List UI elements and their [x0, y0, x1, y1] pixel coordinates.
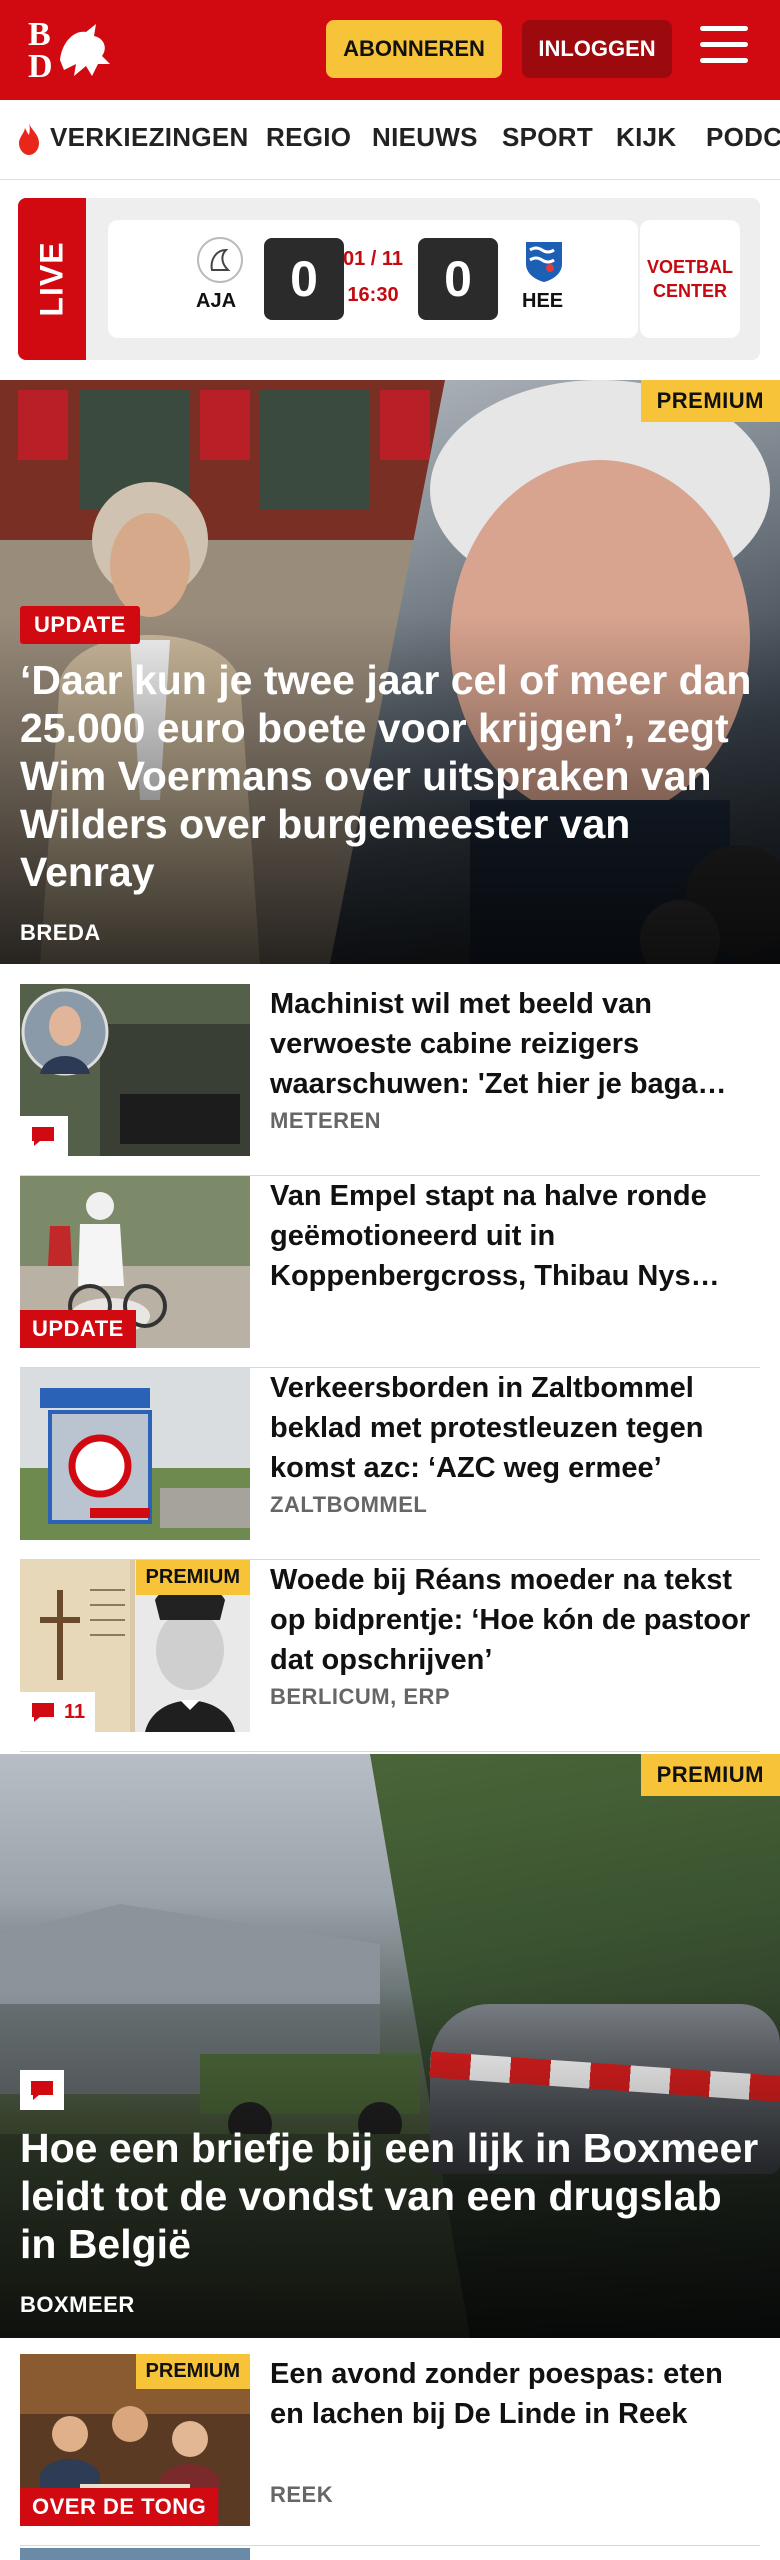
article-location: BERLICUM, ERP: [270, 1684, 451, 1709]
top-header: B D ABONNEREN INLOGGEN: [0, 0, 780, 100]
dragon-icon: [60, 24, 110, 76]
match-date: 01 / 11: [342, 248, 404, 270]
article-thumbnail: UPDATE: [20, 1176, 250, 1348]
next-article-peek: [0, 2548, 780, 2560]
list-item[interactable]: PREMIUM 11 Woede bij Réans moeder na tek…: [20, 1560, 760, 1752]
update-tag: UPDATE: [20, 1310, 136, 1348]
article-thumbnail: PREMIUM 11: [20, 1560, 250, 1732]
list-item[interactable]: Machinist wil met beeld van verwoeste ca…: [20, 984, 760, 1176]
comment-icon: [32, 1703, 54, 1722]
login-button[interactable]: INLOGGEN: [522, 20, 672, 78]
hero-location: BREDA: [20, 920, 101, 945]
premium-badge: PREMIUM: [135, 2354, 250, 2389]
logo-letter-d: D: [28, 48, 53, 85]
article-title[interactable]: Verkeersborden in Zaltbommel beklad met …: [270, 1368, 760, 1488]
nav-item-kijk[interactable]: KIJK: [616, 122, 676, 153]
hero2-location: BOXMEER: [20, 2292, 135, 2317]
list-item[interactable]: UPDATE Van Empel stapt na halve ronde ge…: [20, 1176, 760, 1368]
nav-item-podcast[interactable]: PODC: [706, 122, 780, 153]
list-item[interactable]: Verkeersborden in Zaltbommel beklad met …: [20, 1368, 760, 1560]
comment-badge: [20, 1116, 68, 1156]
article-location: REEK: [270, 2482, 334, 2507]
article-thumbnail: PREMIUM OVER DE TONG: [20, 2354, 250, 2526]
update-tag: UPDATE: [20, 606, 140, 644]
premium-badge: PREMIUM: [640, 1754, 780, 1796]
comment-icon: [31, 2081, 53, 2100]
voetbal-center-link[interactable]: VOETBAL CENTER: [640, 220, 740, 338]
match-time: 16:30: [347, 284, 399, 306]
comment-count: 11: [64, 1700, 86, 1723]
premium-badge: PREMIUM: [135, 1560, 250, 1595]
article-title[interactable]: Machinist wil met beeld van verwoeste ca…: [270, 984, 760, 1104]
hamburger-icon[interactable]: [700, 26, 752, 72]
away-team: HEE: [522, 290, 564, 312]
home-team: AJA: [196, 290, 237, 312]
article-location: ZALTBOMMEL: [270, 1492, 428, 1517]
nav-item-sport[interactable]: SPORT: [502, 122, 593, 153]
hero-title[interactable]: ‘Daar kun je twee jaar cel of meer dan 2…: [20, 656, 760, 896]
subscribe-button[interactable]: ABONNEREN: [326, 20, 502, 78]
article-title[interactable]: Van Empel stapt na halve ronde geëmotion…: [270, 1176, 760, 1296]
comment-badge: 11: [20, 1692, 96, 1732]
nav-item-nieuws[interactable]: NIEUWS: [372, 122, 478, 153]
category-tag: OVER DE TONG: [20, 2488, 219, 2526]
hero-article[interactable]: PREMIUM UPDATE ‘Daar kun je twee jaar ce…: [0, 380, 780, 964]
hero2-title[interactable]: Hoe een briefje bij een lijk in Boxmeer …: [20, 2124, 760, 2268]
article-thumbnail: [20, 1368, 250, 1540]
bd-logo[interactable]: B D: [26, 16, 116, 85]
flame-icon: [19, 123, 39, 155]
heerenveen-crest-icon: [526, 242, 562, 282]
live-label: LIVE: [18, 198, 86, 360]
nav-item-verkiezingen[interactable]: VERKIEZINGEN: [50, 122, 249, 153]
comment-badge: [20, 2070, 64, 2110]
article-location: METEREN: [270, 1108, 382, 1133]
category-nav: VERKIEZINGEN REGIO NIEUWS SPORT KIJK POD…: [0, 100, 780, 180]
article-thumbnail: [20, 984, 250, 1156]
list-item[interactable]: PREMIUM OVER DE TONG Een avond zonder po…: [20, 2354, 760, 2546]
premium-badge: PREMIUM: [640, 380, 780, 422]
match-card[interactable]: AJA 0 01 / 11 16:30 0 HEE: [108, 220, 638, 338]
article-title[interactable]: Een avond zonder poespas: eten en lachen…: [270, 2354, 760, 2434]
comment-icon: [32, 1127, 54, 1146]
ajax-crest-icon: [197, 237, 243, 283]
nav-item-regio[interactable]: REGIO: [266, 122, 351, 153]
home-score: 0: [264, 238, 344, 320]
live-widget: LIVE AJA 0 01 / 11 16:30 0 HEE VOETBAL C…: [18, 198, 760, 360]
away-score: 0: [418, 238, 498, 320]
article-title[interactable]: Woede bij Réans moeder na tekst op bidpr…: [270, 1560, 760, 1680]
hero-article-2[interactable]: PREMIUM Hoe een briefje bij een lijk in …: [0, 1754, 780, 2338]
